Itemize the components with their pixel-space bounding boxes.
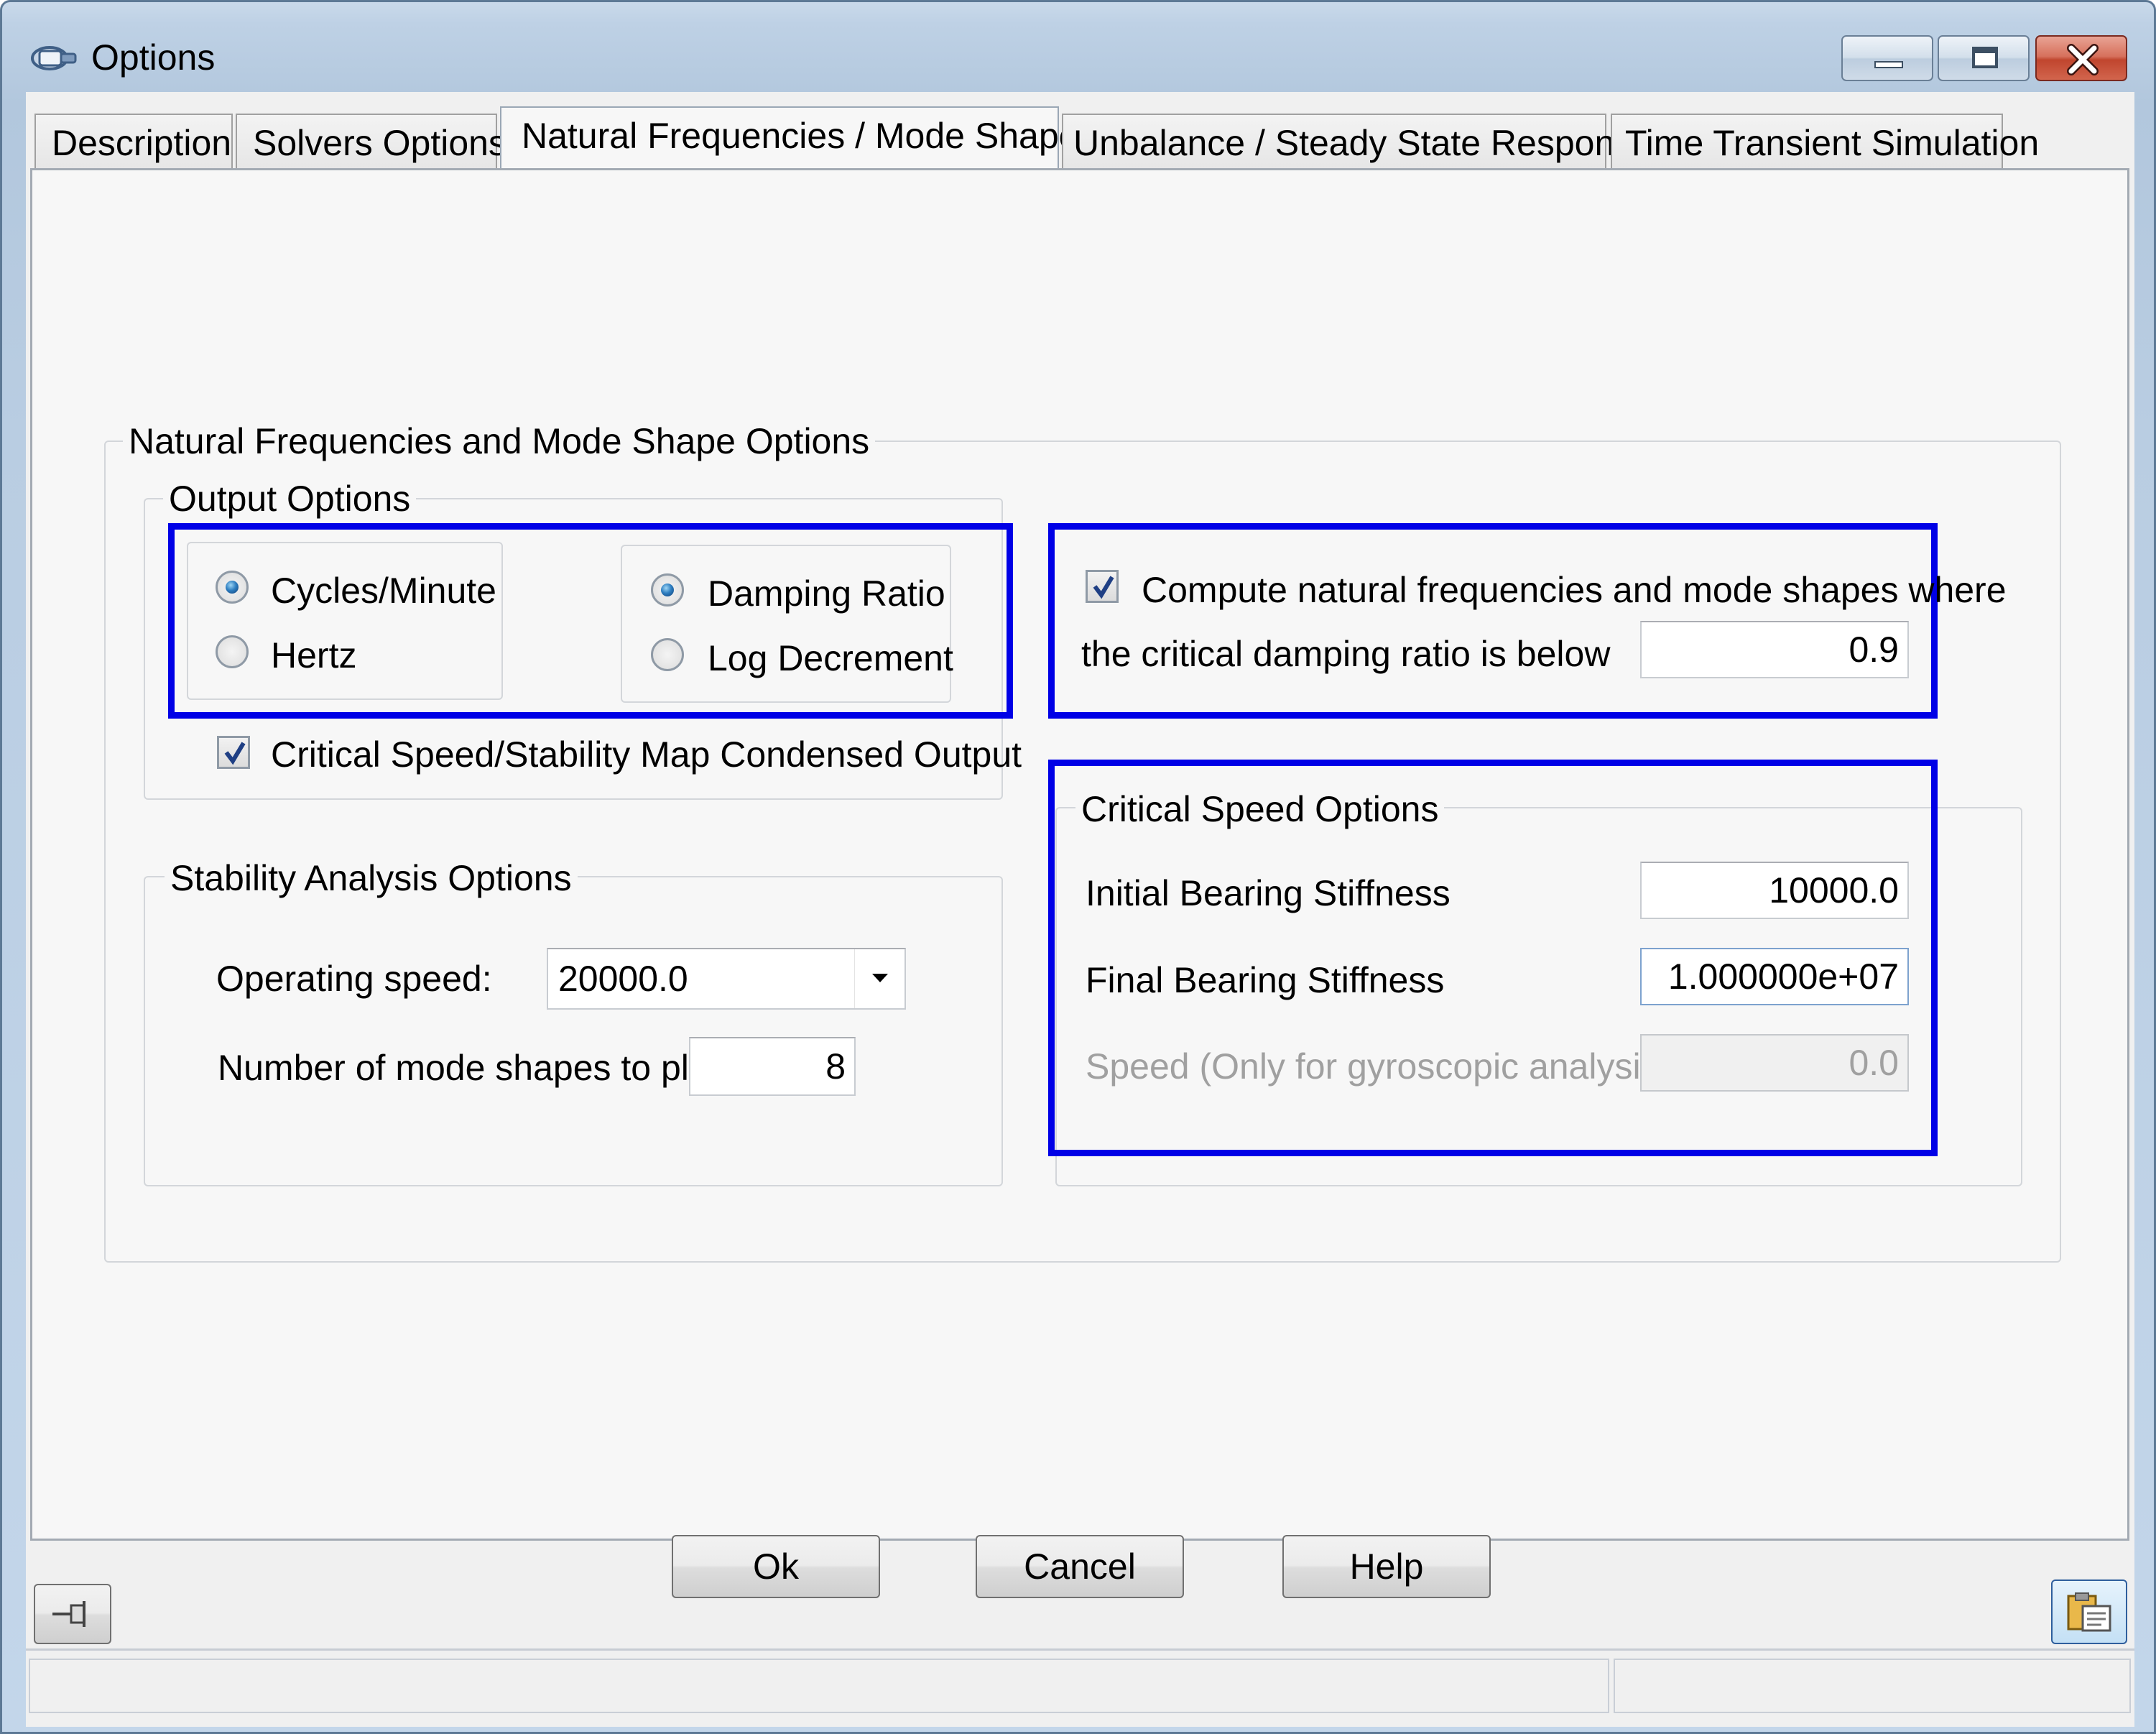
final-bearing-stiffness-input[interactable]: 1.000000e+07 xyxy=(1640,948,1909,1005)
window-title: Options xyxy=(91,37,216,78)
condensed-output-label: Critical Speed/Stability Map Condensed O… xyxy=(271,734,1022,775)
hertz-radio[interactable] xyxy=(216,635,249,668)
final-bearing-stiffness-label: Final Bearing Stiffness xyxy=(1086,960,1445,1000)
minimize-icon xyxy=(1874,61,1903,68)
app-icon xyxy=(28,41,80,75)
log-decrement-label: Log Decrement xyxy=(708,638,953,678)
pin-icon xyxy=(52,1601,85,1627)
operating-speed-value: 20000.0 xyxy=(558,959,688,999)
compute-label-line1: Compute natural frequencies and mode sha… xyxy=(1142,570,2007,610)
radio-selected-dot xyxy=(661,584,674,596)
operating-speed-combobox[interactable]: 20000.0 xyxy=(547,948,906,1010)
maximize-button[interactable] xyxy=(1938,35,2030,81)
compute-label-line2: the critical damping ratio is below xyxy=(1081,634,1611,674)
clipboard-icon xyxy=(2067,1592,2111,1632)
tab-natural-frequencies[interactable]: Natural Frequencies / Mode Shapes xyxy=(500,106,1096,175)
compute-checkbox[interactable] xyxy=(1086,570,1119,603)
gyroscopic-speed-value: 0.0 xyxy=(1849,1043,1899,1083)
close-icon xyxy=(2067,44,2099,75)
tab-panel: Natural Frequencies and Mode Shape Optio… xyxy=(30,168,2129,1541)
mode-shapes-input[interactable]: 8 xyxy=(689,1037,856,1096)
options-window: Options Description Solvers Options Natu… xyxy=(0,0,2156,1734)
gyroscopic-speed-label: Speed (Only for gyroscopic analysis) xyxy=(1086,1046,1671,1087)
operating-speed-label: Operating speed: xyxy=(216,959,492,999)
stability-group xyxy=(144,876,1003,1186)
minimize-button[interactable] xyxy=(1841,35,1933,81)
output-options-title: Output Options xyxy=(163,481,417,517)
client-area: Description Solvers Options Natural Freq… xyxy=(26,92,2134,1727)
tab-solvers-options[interactable]: Solvers Options xyxy=(236,114,506,170)
mode-shapes-label: Number of mode shapes to plot xyxy=(218,1048,719,1088)
tab-unbalance[interactable]: Unbalance / Steady State Response xyxy=(1062,114,1652,170)
mode-shapes-value: 8 xyxy=(825,1046,846,1087)
checkmark-icon xyxy=(224,742,246,765)
units-subgroup xyxy=(187,542,503,700)
initial-bearing-stiffness-value: 10000.0 xyxy=(1769,870,1899,910)
cancel-button[interactable]: Cancel xyxy=(976,1535,1184,1598)
clipboard-button[interactable] xyxy=(2051,1579,2127,1644)
status-bar-left xyxy=(29,1659,1609,1713)
radio-selected-dot xyxy=(226,581,239,594)
condensed-output-checkbox[interactable] xyxy=(217,736,250,769)
damping-ratio-radio[interactable] xyxy=(651,573,684,607)
final-bearing-stiffness-value: 1.000000e+07 xyxy=(1667,956,1899,997)
checkmark-icon xyxy=(1093,576,1114,599)
cycles-minute-label: Cycles/Minute xyxy=(271,571,496,611)
tab-time-transient[interactable]: Time Transient Simulation xyxy=(1611,114,2039,170)
damping-threshold-value: 0.9 xyxy=(1849,630,1899,670)
log-decrement-radio[interactable] xyxy=(651,638,684,671)
damping-threshold-input[interactable]: 0.9 xyxy=(1640,621,1909,678)
damping-subgroup xyxy=(621,545,951,703)
tab-description[interactable]: Description xyxy=(34,114,233,170)
chevron-down-icon[interactable] xyxy=(854,949,904,1008)
pin-button[interactable] xyxy=(34,1584,111,1644)
stability-group-title: Stability Analysis Options xyxy=(165,860,578,896)
hertz-label: Hertz xyxy=(271,635,357,675)
initial-bearing-stiffness-label: Initial Bearing Stiffness xyxy=(1086,873,1451,913)
ok-button[interactable]: Ok xyxy=(672,1535,880,1598)
natural-frequencies-group-title: Natural Frequencies and Mode Shape Optio… xyxy=(123,423,876,459)
cycles-minute-radio[interactable] xyxy=(216,571,249,604)
damping-ratio-label: Damping Ratio xyxy=(708,573,945,614)
help-button[interactable]: Help xyxy=(1282,1535,1491,1598)
close-button[interactable] xyxy=(2035,35,2127,81)
status-bar-right xyxy=(1614,1659,2131,1713)
initial-bearing-stiffness-input[interactable]: 10000.0 xyxy=(1640,862,1909,919)
status-bar-separator xyxy=(26,1648,2134,1651)
gyroscopic-speed-input[interactable]: 0.0 xyxy=(1640,1034,1909,1092)
maximize-icon xyxy=(1972,47,1998,68)
critical-speed-title: Critical Speed Options xyxy=(1075,791,1445,827)
